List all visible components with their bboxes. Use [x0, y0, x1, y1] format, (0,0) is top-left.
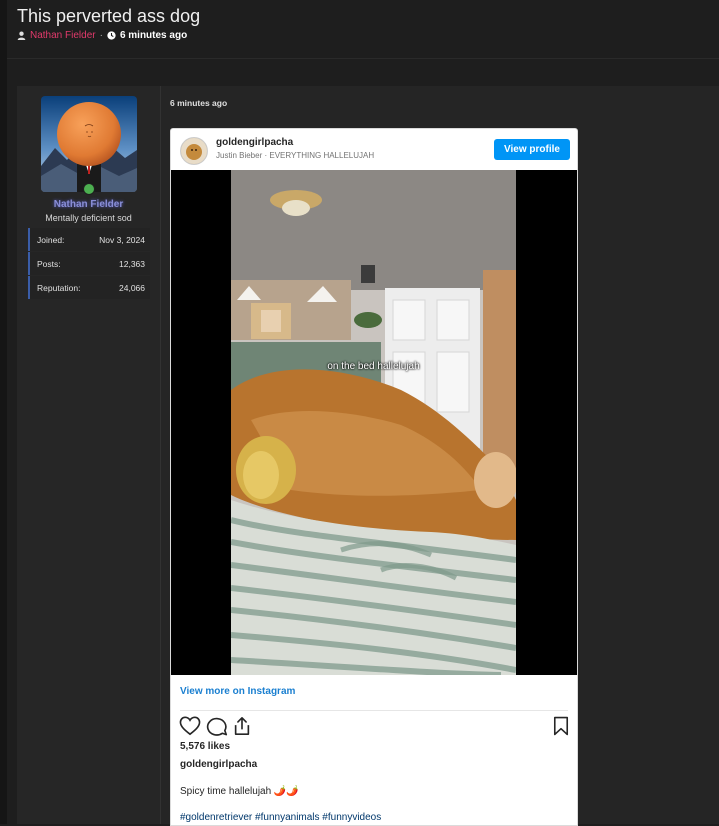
ig-username-link[interactable]: goldengirlpacha	[216, 137, 293, 148]
heart-icon[interactable]	[179, 716, 201, 736]
video-frame: on the bed hallelujah	[231, 170, 516, 675]
post-date[interactable]: 6 minutes ago	[170, 98, 227, 108]
comment-icon[interactable]	[206, 716, 228, 736]
stat-label: Reputation:	[37, 282, 81, 293]
user-title: Mentally deficient sod	[45, 213, 132, 223]
ig-audio-link[interactable]: Justin Bieber · EVERYTHING HALLELUJAH	[216, 151, 374, 160]
thread-author-link[interactable]: Nathan Fielder	[30, 30, 96, 41]
header-divider	[7, 58, 719, 59]
post-caption: Spicy time hallelujah 🌶️🌶️	[180, 786, 299, 797]
stat-value: 24,066	[119, 282, 145, 293]
post-divider	[160, 86, 161, 824]
likes-count[interactable]: 5,576 likes	[180, 741, 230, 752]
video-caption-overlay: on the bed hallelujah	[327, 361, 420, 372]
post-author-name[interactable]: Nathan Fielder	[17, 199, 160, 210]
view-profile-button[interactable]: View profile	[494, 139, 570, 160]
bookmark-icon[interactable]	[553, 716, 569, 736]
instagram-embed: goldengirlpacha Justin Bieber · EVERYTHI…	[170, 128, 578, 826]
user-stats: Joined: Nov 3, 2024 Posts: 12,363 Reputa…	[28, 228, 150, 300]
thread-time: 6 minutes ago	[119, 30, 188, 41]
stat-label: Posts:	[37, 258, 61, 269]
stat-reputation: Reputation: 24,066	[28, 276, 150, 299]
view-more-link[interactable]: View more on Instagram	[180, 686, 295, 697]
online-status-indicator	[83, 183, 95, 195]
stat-label: Joined:	[37, 234, 65, 245]
ig-avatar[interactable]	[180, 137, 208, 165]
ig-actions	[179, 716, 571, 738]
stat-value: 12,363	[119, 258, 145, 269]
hashtags[interactable]: #goldenretriever #funnyanimals #funnyvid…	[180, 812, 381, 823]
stat-posts: Posts: 12,363	[28, 252, 150, 275]
ig-divider	[180, 710, 568, 711]
stat-joined: Joined: Nov 3, 2024	[28, 228, 150, 251]
clock-icon	[107, 31, 116, 40]
stat-value: Nov 3, 2024	[99, 234, 145, 245]
post: Nathan Fielder Mentally deficient sod Jo…	[17, 86, 719, 826]
ig-video[interactable]: on the bed hallelujah	[171, 170, 577, 675]
user-icon	[17, 31, 26, 40]
thread-meta: Nathan Fielder · 6 minutes ago	[17, 30, 187, 41]
share-icon[interactable]	[232, 716, 252, 736]
avatar[interactable]	[41, 96, 137, 192]
left-edge	[0, 0, 7, 824]
post-user-sidebar: Nathan Fielder Mentally deficient sod Jo…	[17, 86, 160, 824]
caption-username-link[interactable]: goldengirlpacha	[180, 759, 257, 770]
thread-title: This perverted ass dog	[17, 6, 201, 26]
meta-separator: ·	[99, 30, 103, 41]
